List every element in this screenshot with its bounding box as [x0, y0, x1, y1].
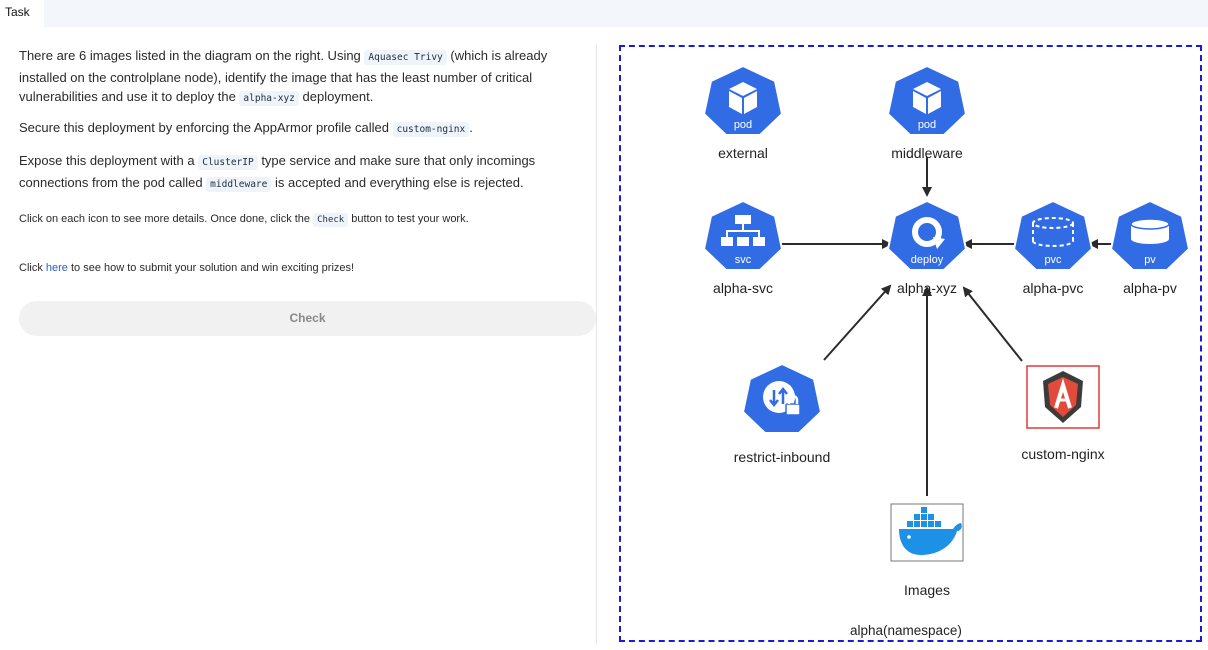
node-alpha-pv[interactable]: pv alpha-pv	[1100, 199, 1200, 296]
node-custom-nginx[interactable]: custom-nginx	[1013, 365, 1113, 462]
network-policy-icon	[741, 362, 823, 434]
node-images[interactable]: Images	[877, 503, 977, 598]
node-alpha-xyz[interactable]: deploy alpha-xyz	[877, 199, 977, 296]
pod-icon: pod	[702, 64, 784, 136]
apparmor-shield-icon	[1026, 365, 1100, 429]
badge-pv: pv	[1144, 254, 1156, 266]
node-label: alpha-svc	[713, 280, 773, 296]
docker-whale-icon	[890, 503, 964, 562]
badge-pod: pod	[734, 119, 752, 131]
pv-icon: pv	[1109, 199, 1191, 271]
node-middleware[interactable]: pod middleware	[877, 64, 977, 161]
node-alpha-pvc[interactable]: pvc alpha-pvc	[1003, 199, 1103, 296]
node-label: Images	[904, 582, 950, 598]
badge-pod: pod	[918, 119, 936, 131]
node-label: external	[718, 145, 768, 161]
node-label: custom-nginx	[1021, 446, 1105, 462]
deployment-icon: deploy	[886, 199, 968, 271]
badge-deploy: deploy	[911, 254, 944, 266]
edge-netpol-to-deploy	[823, 284, 892, 361]
node-alpha-svc[interactable]: svc alpha-svc	[693, 199, 793, 296]
badge-pvc: pvc	[1044, 254, 1062, 266]
pvc-icon: pvc	[1012, 199, 1094, 271]
node-label: restrict-inbound	[733, 449, 831, 465]
badge-svc: svc	[735, 254, 752, 266]
namespace-label: alpha(namespace)	[850, 623, 962, 638]
service-icon: svc	[702, 199, 784, 271]
node-restrict-inbound[interactable]: restrict-inbound	[732, 362, 832, 465]
edge-apparmor-to-deploy	[962, 286, 1023, 362]
node-external[interactable]: pod external	[693, 64, 793, 161]
node-label: alpha-pvc	[1022, 280, 1084, 296]
node-label: alpha-xyz	[897, 280, 957, 296]
node-label: alpha-pv	[1123, 280, 1177, 296]
diagram-edges	[779, 157, 1113, 496]
pod-icon: pod	[886, 64, 968, 136]
node-label: middleware	[891, 145, 963, 161]
